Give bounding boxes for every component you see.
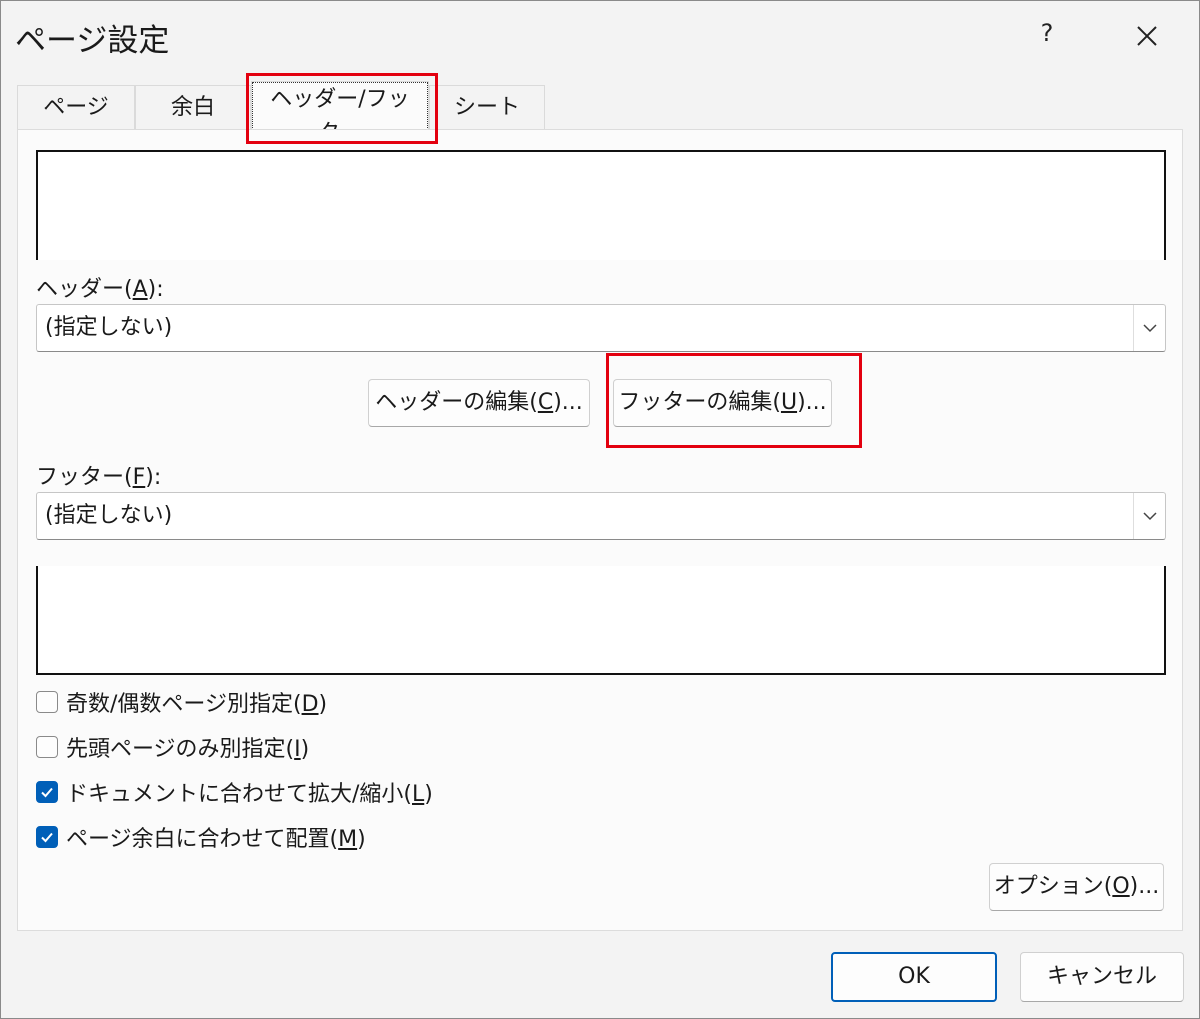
- checkbox-box[interactable]: [36, 736, 58, 758]
- checkmark-icon: [41, 832, 53, 843]
- header-dropdown-arrow[interactable]: [1133, 305, 1165, 351]
- checkbox-box[interactable]: [36, 826, 58, 848]
- checkbox-box[interactable]: [36, 691, 58, 713]
- checkbox-scale-with-document[interactable]: ドキュメントに合わせて拡大/縮小(L): [36, 777, 433, 807]
- checkmark-icon: [41, 787, 53, 798]
- checkbox-odd-even-pages[interactable]: 奇数/偶数ページ別指定(D): [36, 687, 327, 717]
- close-button[interactable]: [1125, 13, 1169, 57]
- footer-label: フッター(F):: [36, 465, 162, 490]
- tab-sheet[interactable]: シート: [429, 85, 545, 129]
- dialog-title: ページ設定: [15, 23, 170, 59]
- header-select[interactable]: (指定しない): [36, 304, 1166, 352]
- cancel-button[interactable]: キャンセル: [1020, 952, 1184, 1002]
- footer-select-value: (指定しない): [45, 503, 173, 528]
- tab-page[interactable]: ページ: [17, 85, 135, 129]
- close-icon: [1137, 25, 1157, 46]
- header-select-value: (指定しない): [45, 315, 173, 340]
- footer-dropdown-arrow[interactable]: [1133, 493, 1165, 539]
- highlight-box-tab: [246, 73, 438, 144]
- help-button[interactable]: ?: [1027, 13, 1067, 53]
- footer-select[interactable]: (指定しない): [36, 492, 1166, 540]
- chevron-down-icon: [1142, 323, 1157, 332]
- tab-margins[interactable]: 余白: [135, 85, 251, 129]
- edit-header-button[interactable]: ヘッダーの編集(C)...: [368, 379, 590, 427]
- header-label: ヘッダー(A):: [36, 277, 164, 302]
- checkbox-first-page[interactable]: 先頭ページのみ別指定(I): [36, 732, 309, 762]
- checkbox-box[interactable]: [36, 781, 58, 803]
- chevron-down-icon: [1142, 511, 1157, 520]
- header-preview: [36, 150, 1166, 260]
- highlight-box-footer-button: [606, 353, 862, 448]
- footer-preview: [36, 566, 1166, 675]
- ok-button[interactable]: OK: [831, 952, 997, 1002]
- page-setup-dialog: ページ設定 ? ページ 余白 ヘッダー/フッター シート ヘッダー(A): (指…: [0, 0, 1200, 1019]
- options-button[interactable]: オプション(O)...: [989, 863, 1164, 911]
- checkbox-align-with-margins[interactable]: ページ余白に合わせて配置(M): [36, 822, 366, 852]
